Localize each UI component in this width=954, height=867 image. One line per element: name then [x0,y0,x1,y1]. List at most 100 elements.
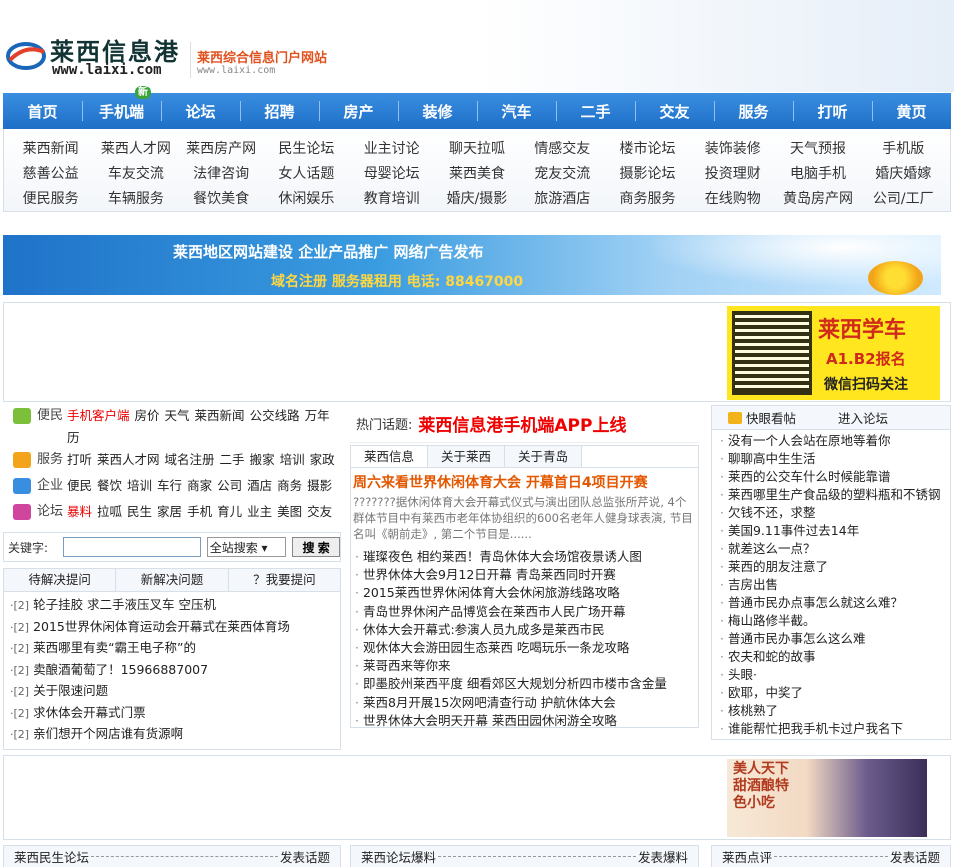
forum-item[interactable]: 谁能帮忙把我手机卡过户我名下 [720,720,942,738]
sub-nav-link[interactable]: 法律咨询 [179,163,264,183]
service-link[interactable]: 天气 [165,408,190,423]
service-link[interactable]: 公司 [217,478,242,493]
service-link[interactable]: 手机客户端 [67,408,130,423]
search-scope-select[interactable]: 全站搜索 ▾ [206,537,287,557]
forum-item[interactable]: 美国9.11事件过去14年 [720,522,942,540]
search-button[interactable]: 搜 索 [292,537,340,557]
service-link[interactable]: 培训 [127,478,152,493]
service-link[interactable]: 手机 [187,504,212,519]
tab-about-qingdao[interactable]: 关于青岛 [505,446,582,467]
service-link[interactable]: 房价 [135,408,160,423]
tab-about-laixi[interactable]: 关于莱西 [428,446,505,467]
service-link[interactable]: 莱西人才网 [97,452,160,467]
service-link[interactable]: 餐饮 [97,478,122,493]
sub-nav-link[interactable]: 宠友交流 [520,163,605,183]
forum-item[interactable]: 欧耶，中奖了 [720,684,942,702]
news-item[interactable]: 即墨胶州莱西平度 细看郊区大规划分析四市楼市含金量 [355,675,694,693]
sub-nav-link[interactable]: 民生论坛 [264,138,349,158]
news-item[interactable]: 青岛世界休闲产品博览会在莱西市人民广场开幕 [355,603,694,621]
forum-item[interactable]: 莱西的朋友注意了 [720,558,942,576]
sub-nav-link[interactable]: 慈善公益 [8,163,93,183]
sub-nav-link[interactable]: 便民服务 [8,188,93,208]
qa-item[interactable]: ·[2] 轮子挂胶 求二手液压叉车 空压机 [10,594,334,616]
bottom-bar-title[interactable]: 莱西点评 [722,847,772,866]
sub-nav-link[interactable]: 楼市论坛 [605,138,690,158]
service-link[interactable]: 培训 [280,452,305,467]
sub-nav-link[interactable]: 商务服务 [605,188,690,208]
sub-nav-link[interactable]: 电脑手机 [775,163,860,183]
forum-item[interactable]: 莱西哪里生产食品级的塑料瓶和不锈钢 [720,486,942,504]
enter-forum-link[interactable]: 进入论坛 [838,408,888,427]
sub-nav-link[interactable]: 情感交友 [520,138,605,158]
qa-item[interactable]: ·[2] 卖酿酒葡萄了！15966887007 [10,659,334,681]
tab-ask-question[interactable]: ？我要提问 [229,569,340,591]
service-link[interactable]: 二手 [220,452,245,467]
sub-nav-link[interactable]: 装饰装修 [690,138,775,158]
bottom-bar-action[interactable]: 发表话题 [890,847,940,866]
service-link[interactable]: 搬家 [250,452,275,467]
sub-nav-link[interactable]: 餐饮美食 [179,188,264,208]
sub-nav-link[interactable]: 旅游酒店 [520,188,605,208]
news-item[interactable]: 世界休体大会9月12日开幕 青岛莱西同时开赛 [355,566,694,584]
nav-home[interactable]: 首页 [3,93,82,129]
nav-yellowpages[interactable]: 黄页 [872,93,951,129]
service-link[interactable]: 公交线路 [250,408,300,423]
sub-nav-link[interactable]: 莱西新闻 [8,138,93,158]
sub-nav-link[interactable]: 聊天拉呱 [434,138,519,158]
nav-mobile[interactable]: 手机端 新 [82,86,161,129]
nav-dating[interactable]: 交友 [635,93,714,129]
news-item[interactable]: 2015莱西世界休闲体育大会休闲旅游线路攻略 [355,584,694,602]
service-link[interactable]: 家政 [310,452,335,467]
hot-topic-link[interactable]: 莱西信息港手机端APP上线 [418,411,626,436]
sub-nav-link[interactable]: 婚庆/摄影 [434,188,519,208]
forum-item[interactable]: 莱西的公交车什么时候能靠谱 [720,468,942,486]
qa-item[interactable]: ·[2] 关于限速问题 [10,680,334,702]
sub-nav-link[interactable]: 女人话题 [264,163,349,183]
news-item[interactable]: 世界休体大会明天开幕 莱西田园休闲游全攻略 [355,712,694,730]
ad-banner[interactable]: 莱西地区网站建设 企业产品推广 网络广告发布 域名注册 服务器租用 电话: 88… [3,235,941,295]
service-link[interactable]: 家居 [157,504,182,519]
forum-item[interactable]: 普通市民办点事怎么就这么难？ [720,594,942,612]
nav-forum[interactable]: 论坛 [161,93,240,129]
tab-laixi-info[interactable]: 莱西信息 [351,446,428,467]
service-link[interactable]: 商务 [277,478,302,493]
service-link[interactable]: 域名注册 [165,452,215,467]
forum-item[interactable]: 没有一个人会站在原地等着你 [720,432,942,450]
forum-item[interactable]: 就差这么一点？ [720,540,942,558]
sub-nav-link[interactable]: 车辆服务 [93,188,178,208]
qa-item[interactable]: ·[2] 求休体会开幕式门票 [10,702,334,724]
sub-nav-link[interactable]: 母婴论坛 [349,163,434,183]
nav-ask[interactable]: 打听 [793,93,872,129]
sub-nav-link[interactable]: 投资理财 [690,163,775,183]
sub-nav-link[interactable]: 天气预报 [775,138,860,158]
news-item[interactable]: 莱西8月开展15次网吧清查行动 护航休体大会 [355,694,694,712]
sub-nav-link[interactable]: 车友交流 [93,163,178,183]
service-link[interactable]: 美图 [277,504,302,519]
service-link[interactable]: 暴料 [67,504,92,519]
forum-item[interactable]: 聊聊高中生生活 [720,450,942,468]
tab-solved-questions[interactable]: 新解决问题 [116,569,229,591]
nav-realestate[interactable]: 房产 [319,93,398,129]
forum-item[interactable]: 普通市民办事怎么这么难 [720,630,942,648]
nav-secondhand[interactable]: 二手 [556,93,635,129]
service-link[interactable]: 打听 [67,452,92,467]
forum-item[interactable]: 梅山路修半截。 [720,612,942,630]
bottom-bar-action[interactable]: 发表话题 [280,847,330,866]
nav-decoration[interactable]: 装修 [398,93,477,129]
forum-item[interactable]: 欠钱不还，求整 [720,504,942,522]
forum-item[interactable]: 头眼· [720,666,942,684]
service-link[interactable]: 摄影 [307,478,332,493]
nav-jobs[interactable]: 招聘 [240,93,319,129]
sub-nav-link[interactable]: 公司/工厂 [861,188,946,208]
sub-nav-link[interactable]: 手机版 [861,138,946,158]
forum-item[interactable]: 农夫和蛇的故事 [720,648,942,666]
news-item[interactable]: 休体大会开幕式:参演人员九成多是莱西市民 [355,621,694,639]
news-item[interactable]: 莱哥西来等你来 [355,657,694,675]
sub-nav-link[interactable]: 莱西美食 [434,163,519,183]
nav-services[interactable]: 服务 [714,93,793,129]
bottom-bar-action[interactable]: 发表爆料 [638,847,688,866]
service-link[interactable]: 育儿 [217,504,242,519]
service-link[interactable]: 便民 [67,478,92,493]
news-headline[interactable]: 周六来看世界休闲体育大会 开幕首日4项目开赛 [351,468,698,492]
qa-item[interactable]: ·[2] 亲们想开个网店谁有货源啊 [10,723,334,745]
